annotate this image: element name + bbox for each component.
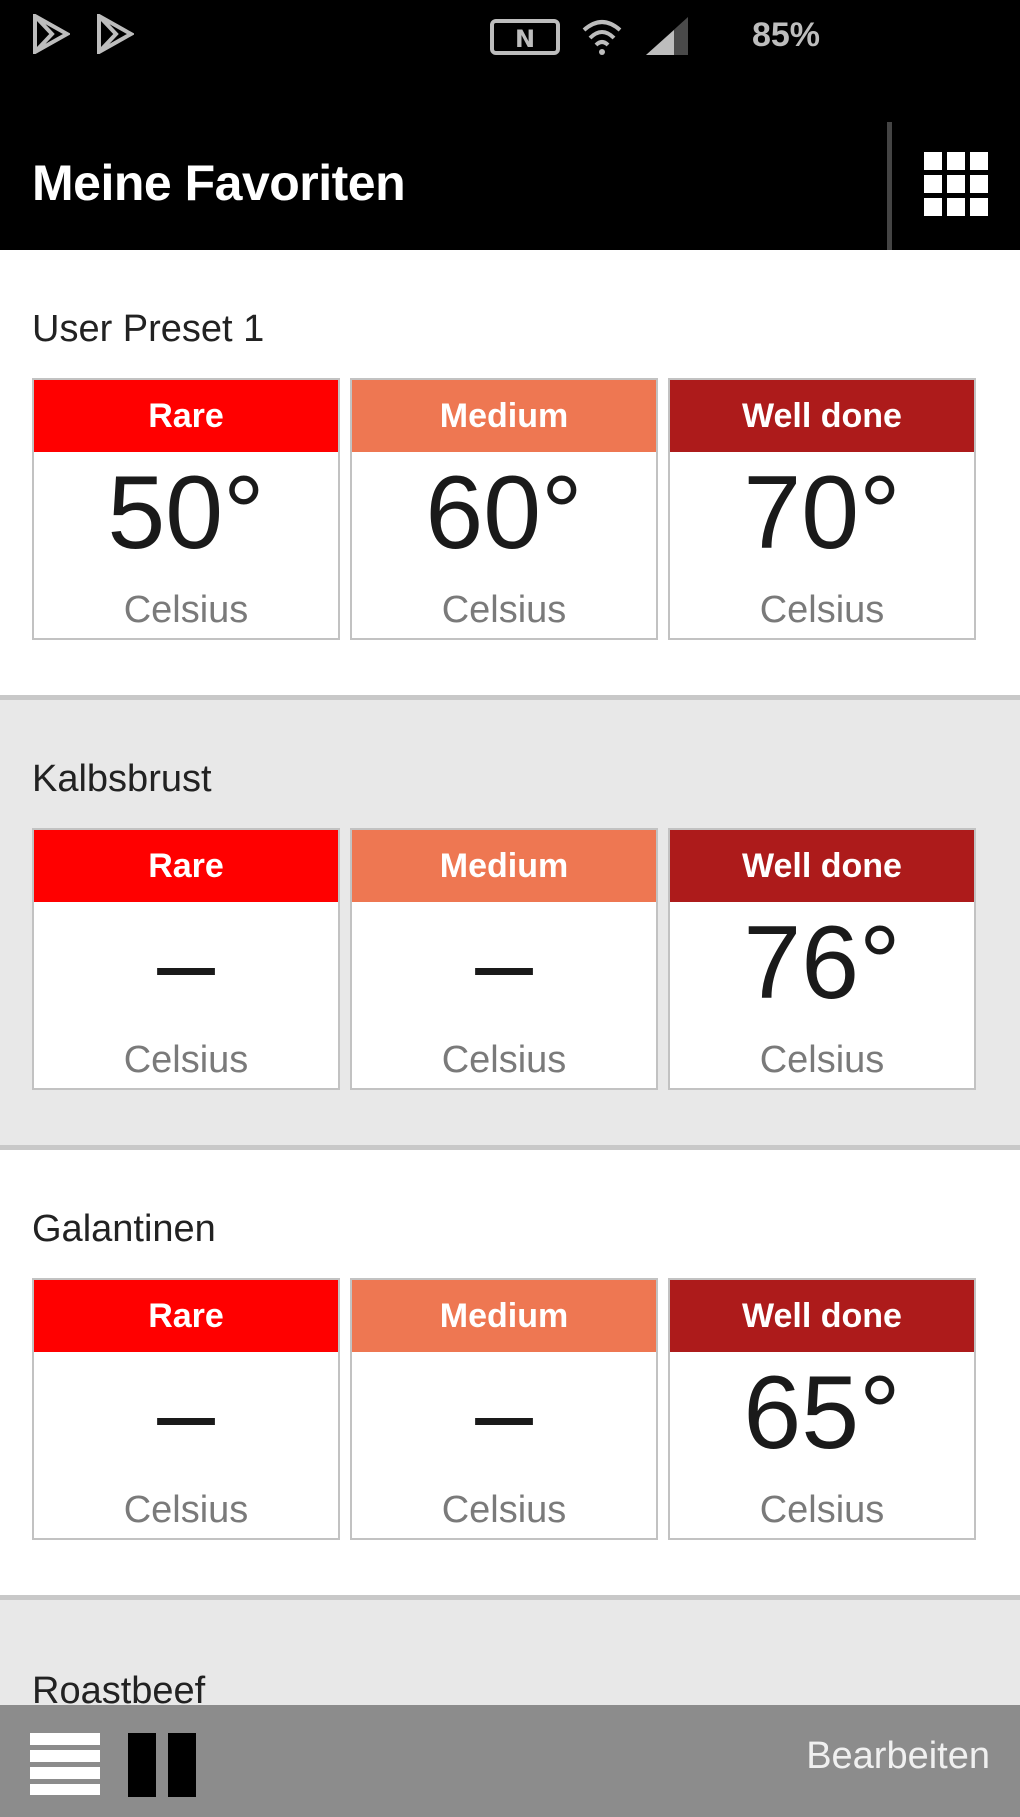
temperature-unit: Celsius [441, 589, 567, 631]
temperature-value: – [475, 1355, 533, 1471]
doneness-cards: Rare – Celsius Medium – Celsius Well don… [32, 828, 976, 1090]
play-store-icon [32, 14, 70, 54]
rare-card[interactable]: Rare 50° Celsius [32, 378, 340, 640]
rare-card[interactable]: Rare – Celsius [32, 828, 340, 1090]
temperature-unit: Celsius [759, 1489, 885, 1531]
status-bar: N 85% [0, 0, 1020, 122]
temperature-unit: Celsius [759, 1039, 885, 1081]
medium-label: Medium [352, 1280, 656, 1352]
doneness-cards: Rare 50° Celsius Medium 60° Celsius Well… [32, 378, 976, 640]
rare-label: Rare [34, 380, 338, 452]
well-done-label: Well done [670, 830, 974, 902]
rare-card[interactable]: Rare – Celsius [32, 1278, 340, 1540]
medium-card[interactable]: Medium – Celsius [350, 1278, 658, 1540]
column-view-icon [128, 1733, 196, 1801]
doneness-cards: Rare – Celsius Medium – Celsius Well don… [32, 1278, 976, 1540]
temperature-unit: Celsius [441, 1039, 567, 1081]
temperature-value: – [157, 1355, 215, 1471]
temperature-value: 70° [743, 455, 901, 571]
bottom-bar: Bearbeiten [0, 1705, 1020, 1817]
column-view-button[interactable] [128, 1733, 196, 1802]
preset-section[interactable]: User Preset 1 Rare 50° Celsius Medium 60… [0, 250, 1020, 700]
nfc-icon: N [490, 15, 560, 57]
grid-icon [924, 151, 988, 221]
temperature-value: 76° [743, 905, 901, 1021]
temperature-value: – [157, 905, 215, 1021]
temperature-value: – [475, 905, 533, 1021]
app-bar: Meine Favoriten [0, 122, 1020, 250]
status-right-icons: N [490, 14, 690, 58]
play-store-icon [96, 14, 134, 54]
list-view-icon [30, 1733, 100, 1799]
grid-view-button[interactable] [892, 122, 1020, 250]
medium-card[interactable]: Medium 60° Celsius [350, 378, 658, 640]
temperature-value: 50° [107, 455, 265, 571]
preset-title: User Preset 1 [32, 308, 265, 350]
edit-button[interactable]: Bearbeiten [806, 1735, 990, 1778]
well-done-label: Well done [670, 1280, 974, 1352]
well-done-card[interactable]: Well done 65° Celsius [668, 1278, 976, 1540]
list-view-button[interactable] [30, 1733, 100, 1800]
temperature-unit: Celsius [441, 1489, 567, 1531]
temperature-value: 60° [425, 455, 583, 571]
page-title: Meine Favoriten [32, 155, 406, 211]
signal-icon [644, 15, 690, 57]
medium-card[interactable]: Medium – Celsius [350, 828, 658, 1090]
preset-section[interactable]: Kalbsbrust Rare – Celsius Medium – Celsi… [0, 700, 1020, 1150]
preset-section[interactable]: Roastbeef [0, 1600, 1020, 1705]
well-done-card[interactable]: Well done 76° Celsius [668, 828, 976, 1090]
preset-title: Roastbeef [32, 1670, 206, 1705]
medium-label: Medium [352, 830, 656, 902]
temperature-unit: Celsius [123, 589, 249, 631]
temperature-unit: Celsius [123, 1489, 249, 1531]
favorites-list[interactable]: User Preset 1 Rare 50° Celsius Medium 60… [0, 250, 1020, 1705]
battery-level: 85% [751, 16, 820, 54]
temperature-unit: Celsius [123, 1039, 249, 1081]
preset-section[interactable]: Galantinen Rare – Celsius Medium – Celsi… [0, 1150, 1020, 1600]
rare-label: Rare [34, 1280, 338, 1352]
medium-label: Medium [352, 380, 656, 452]
preset-title: Kalbsbrust [32, 758, 212, 800]
well-done-card[interactable]: Well done 70° Celsius [668, 378, 976, 640]
temperature-unit: Celsius [759, 589, 885, 631]
status-left-icons [32, 14, 134, 54]
temperature-value: 65° [743, 1355, 901, 1471]
preset-title: Galantinen [32, 1208, 216, 1250]
wifi-icon [580, 14, 624, 58]
svg-text:N: N [515, 25, 535, 53]
rare-label: Rare [34, 830, 338, 902]
well-done-label: Well done [670, 380, 974, 452]
